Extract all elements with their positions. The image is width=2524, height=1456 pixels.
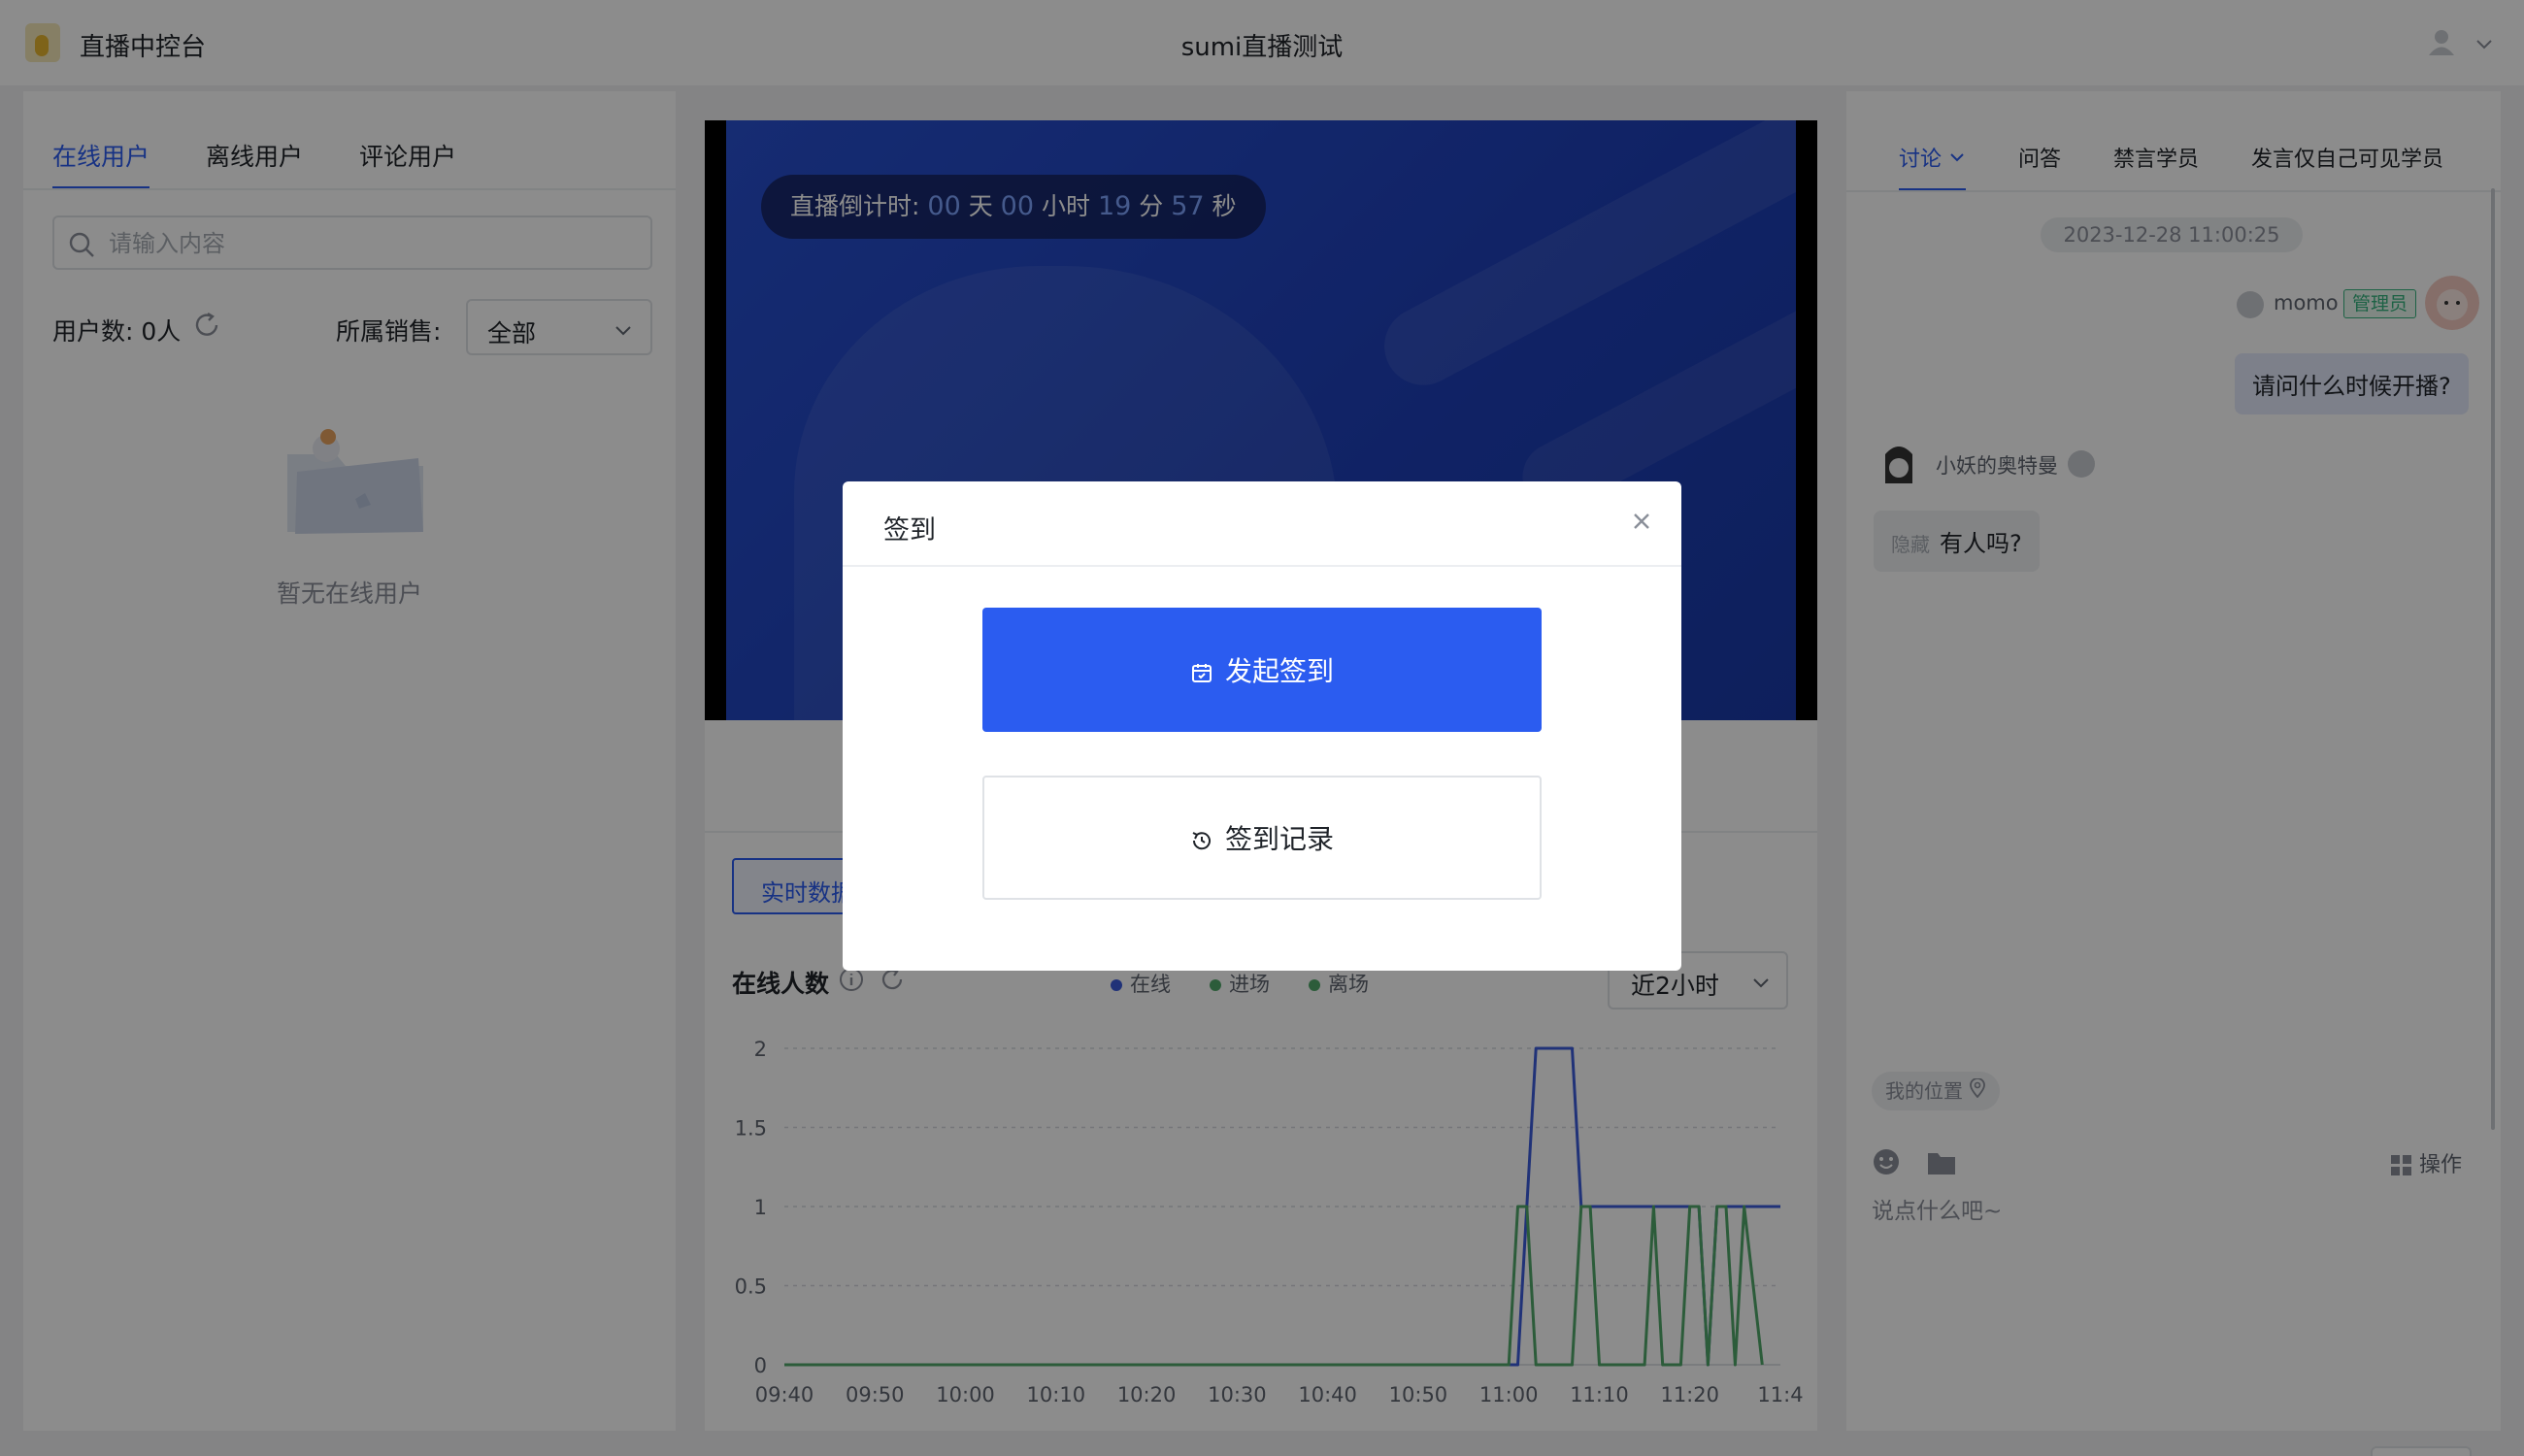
- calendar-check-icon: [1191, 664, 1212, 682]
- divider: [843, 565, 1681, 567]
- checkin-records-label: 签到记录: [1224, 823, 1334, 855]
- modal-title: 签到: [883, 515, 936, 546]
- history-icon: [1192, 832, 1211, 850]
- start-checkin-button[interactable]: 发起签到: [982, 608, 1542, 732]
- close-icon[interactable]: [1625, 505, 1658, 538]
- checkin-modal: 签到 发起签到 签到记录: [843, 481, 1681, 971]
- checkin-records-button[interactable]: 签到记录: [982, 776, 1542, 900]
- start-checkin-label: 发起签到: [1224, 655, 1334, 687]
